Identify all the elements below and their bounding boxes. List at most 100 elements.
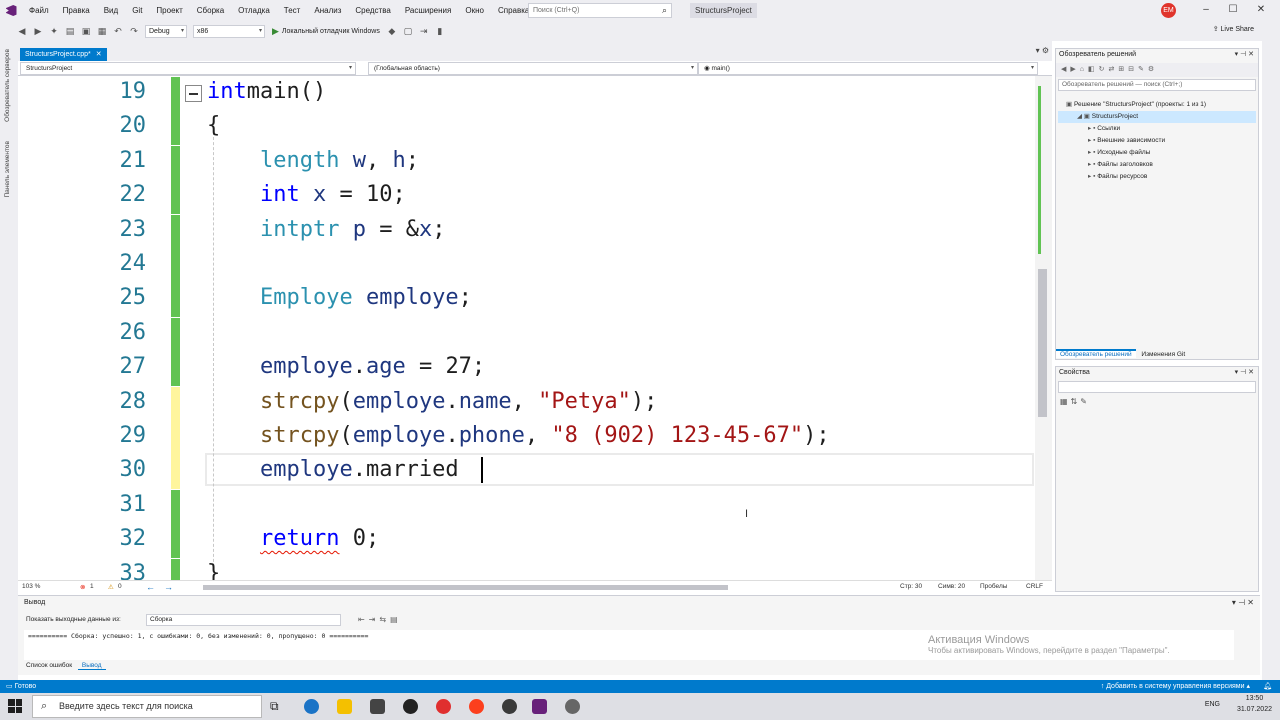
properties-toolbar[interactable]: ▦⇅✎ (1060, 397, 1090, 406)
solution-explorer-toolbar[interactable]: ◀▶⌂◧↻⇄⊞⊟✎⚙ (1056, 63, 1258, 77)
code-line[interactable]: intmain() (207, 76, 326, 109)
properties-pin-close-icon[interactable]: ▾ ⊣ ✕ (1235, 368, 1254, 376)
platform-select[interactable]: x86 ▾ (193, 24, 265, 38)
menu-test[interactable]: Тест (277, 6, 308, 15)
tree-item[interactable]: ◢ ▣ StructursProject (1058, 111, 1256, 123)
tree-item[interactable]: ▸ ▪ Внешние зависимости (1058, 135, 1256, 147)
tree-item[interactable]: ▸ ▪ Файлы заголовков (1058, 159, 1256, 171)
tree-item[interactable]: ▣ Решение "StructursProject" (проекты: 1… (1058, 99, 1256, 111)
tab-dropdown-icon[interactable]: ▾ ⚙ (1036, 46, 1049, 55)
start-debugging-button[interactable]: ▶ Локальный отладчик Windows (272, 26, 380, 37)
code-editor[interactable]: intmain(){ length w, h; int x = 10; intp… (18, 76, 1052, 580)
code-line[interactable]: employe.married (207, 453, 459, 487)
close-tab-icon[interactable]: ✕ (96, 48, 102, 61)
maximize-icon[interactable]: ☐ (1225, 2, 1241, 18)
code-line[interactable]: employe.age = 27; (207, 350, 485, 384)
add-source-control-button[interactable]: ↑ Добавить в систему управления версиями… (1101, 680, 1250, 693)
code-line[interactable]: strcpy(employe.name, "Petya"); (207, 385, 657, 419)
tab-output[interactable]: Вывод (77, 662, 106, 670)
language-indicator[interactable]: ENG (1205, 701, 1220, 708)
task-view-icon[interactable]: ⧉ (270, 699, 285, 714)
code-line[interactable]: Employe employe; (207, 281, 472, 315)
nav-back-icon[interactable]: ← (146, 582, 155, 592)
vertical-scrollbar[interactable] (1035, 76, 1052, 580)
live-share-button[interactable]: ⇪ Live Share (1213, 25, 1254, 33)
collapse-icon[interactable] (185, 85, 202, 102)
code-line[interactable]: strcpy(employe.phone, "8 (902) 123-45-67… (207, 419, 830, 453)
tab-git-changes[interactable]: Изменения Git (1137, 351, 1189, 358)
menu-tools[interactable]: Средства (348, 6, 397, 15)
tree-item[interactable]: ▸ ▪ Файлы ресурсов (1058, 171, 1256, 183)
edge-icon[interactable] (304, 699, 319, 714)
panel-pin-close-icon[interactable]: ▾ ⊣ ✕ (1235, 50, 1254, 58)
screenshot-icon[interactable]: ▢ (402, 25, 414, 37)
file-explorer-icon[interactable] (337, 699, 352, 714)
save-icon[interactable]: ▣ (80, 25, 92, 37)
output-toolbar[interactable]: ⇤⇥⇆▤ (358, 615, 402, 624)
error-icon[interactable]: ⊗ (80, 583, 85, 591)
tab-solution-explorer[interactable]: Обозреватель решений (1056, 349, 1136, 358)
yandex-icon[interactable] (469, 699, 484, 714)
solution-search-input[interactable]: Обозреватель решений — поиск (Ctrl+;) (1058, 79, 1256, 91)
configuration-select[interactable]: Debug ▾ (145, 24, 187, 38)
zoom-level[interactable]: 103 % (22, 583, 40, 590)
menu-file[interactable]: Файл (22, 6, 56, 15)
attach-icon[interactable]: ◆ (386, 25, 398, 37)
document-tab[interactable]: StructursProject.cpp* ✕ (20, 48, 107, 61)
menu-build[interactable]: Сборка (190, 6, 231, 15)
forward-icon[interactable]: ▶ (32, 25, 44, 37)
tab-error-list[interactable]: Список ошибок (22, 662, 76, 669)
code-line[interactable]: { (207, 109, 220, 143)
code-line[interactable]: length w, h; (207, 144, 419, 178)
warning-count[interactable]: 0 (118, 583, 122, 590)
undo-icon[interactable]: ↶ (112, 25, 124, 37)
back-icon[interactable]: ◀ (16, 25, 28, 37)
step-icon[interactable]: ⇥ (418, 25, 430, 37)
clock[interactable]: 13:50 31.07.2022 (1237, 693, 1272, 715)
server-explorer-tab[interactable]: Обозреватель серверов (4, 49, 11, 122)
chrome-icon[interactable] (502, 699, 517, 714)
windows-start-icon[interactable] (8, 699, 22, 713)
settings-taskbar-icon[interactable] (565, 699, 580, 714)
code-line[interactable]: int x = 10; (207, 178, 406, 212)
error-count[interactable]: 1 (90, 583, 94, 590)
warning-icon[interactable]: ⚠ (108, 583, 114, 591)
menu-edit[interactable]: Правка (56, 6, 97, 15)
menu-project[interactable]: Проект (149, 6, 189, 15)
nav-forward-icon[interactable]: → (164, 582, 173, 592)
notifications-icon[interactable]: 🔔︎ (1263, 680, 1272, 693)
output-source-select[interactable]: Сборка (146, 614, 341, 626)
close-icon[interactable]: ✕ (1253, 2, 1269, 18)
horizontal-scrollbar[interactable] (203, 585, 728, 590)
output-pin-close-icon[interactable]: ▾ ⊣ ✕ (1232, 598, 1254, 607)
project-nav-select[interactable]: StructursProject ▾ (20, 62, 356, 75)
avatar[interactable]: EM (1161, 3, 1176, 18)
scope-nav-select[interactable]: (Глобальная область) ▾ (368, 62, 698, 75)
scroll-thumb[interactable] (1038, 269, 1047, 417)
menu-window[interactable]: Окно (458, 6, 491, 15)
open-icon[interactable]: ▤ (64, 25, 76, 37)
menu-extensions[interactable]: Расширения (398, 6, 459, 15)
menu-analyze[interactable]: Анализ (307, 6, 348, 15)
tree-item[interactable]: ▸ ▪ Исходные файлы (1058, 147, 1256, 159)
properties-object-select[interactable] (1058, 381, 1256, 393)
redo-icon[interactable]: ↷ (128, 25, 140, 37)
code-line[interactable]: return 0; (207, 522, 379, 556)
visual-studio-taskbar-icon[interactable] (532, 699, 547, 714)
menu-git[interactable]: Git (125, 6, 149, 15)
tree-item[interactable]: ▸ ▪ Ссылки (1058, 123, 1256, 135)
menu-debug[interactable]: Отладка (231, 6, 277, 15)
new-project-icon[interactable]: ✦ (48, 25, 60, 37)
code-line[interactable]: intptr p = &x; (207, 213, 445, 247)
save-all-icon[interactable]: ▦ (96, 25, 108, 37)
toolbox-tab[interactable]: Панель элементов (4, 141, 11, 198)
member-nav-select[interactable]: ◉ main() ▾ (698, 62, 1038, 75)
code-line[interactable]: } (207, 557, 220, 580)
store-icon[interactable] (370, 699, 385, 714)
yandex-browser-icon[interactable] (436, 699, 451, 714)
menu-view[interactable]: Вид (97, 6, 125, 15)
taskbar-search-input[interactable]: ⌕ Введите здесь текст для поиска (32, 695, 262, 718)
obs-icon[interactable] (403, 699, 418, 714)
minimize-icon[interactable]: – (1198, 2, 1214, 18)
search-input[interactable]: Поиск (Ctrl+Q) ⌕ (528, 3, 672, 18)
